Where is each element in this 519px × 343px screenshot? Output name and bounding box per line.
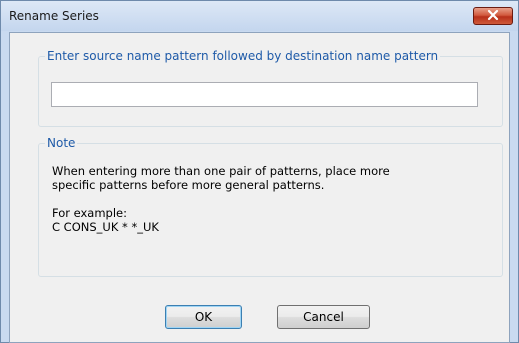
rename-series-dialog: Rename Series Enter source name pattern … — [0, 0, 519, 343]
window-title: Rename Series — [9, 9, 99, 23]
note-paragraph: When entering more than one pair of patt… — [52, 164, 390, 192]
note-group-legend: Note — [47, 136, 76, 150]
cancel-button[interactable]: Cancel — [277, 305, 370, 329]
example-heading: For example: — [52, 206, 127, 220]
pattern-group: Enter source name pattern followed by de… — [38, 49, 503, 127]
close-x-icon — [487, 9, 499, 24]
dialog-body: Enter source name pattern followed by de… — [9, 32, 510, 343]
pattern-group-legend: Enter source name pattern followed by de… — [47, 49, 439, 63]
title-bar[interactable]: Rename Series — [1, 1, 518, 31]
note-group: Note When entering more than one pair of… — [38, 136, 503, 277]
ok-button[interactable]: OK — [165, 305, 242, 329]
example-value: C CONS_UK * *_UK — [52, 220, 159, 234]
pattern-input[interactable] — [51, 82, 478, 107]
close-button[interactable] — [473, 7, 513, 25]
